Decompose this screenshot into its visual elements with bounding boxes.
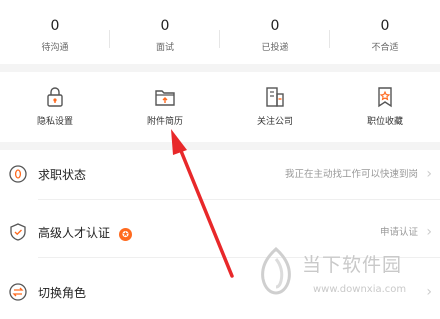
stat-value: 0 [50, 18, 60, 34]
shield-icon [10, 223, 26, 241]
stats-bar: 0 待沟通 0 面试 0 已投递 0 不合适 [0, 0, 440, 64]
watermark-text: 当下软件园 [302, 254, 403, 276]
shortcut-label: 附件简历 [146, 117, 183, 127]
row-talent-certification[interactable]: 高级人才认证 ✪ 申请认证 › [0, 208, 440, 258]
stat-delivered[interactable]: 0 已投递 [220, 0, 330, 64]
shortcut-favorites[interactable]: 职位收藏 [330, 72, 440, 142]
watermark-logo [261, 247, 291, 295]
row-value: 申请认证 [379, 227, 418, 238]
row-title: 高级人才认证 [38, 226, 111, 240]
stat-label: 待沟通 [41, 43, 69, 53]
row-job-status[interactable]: 求职状态 我正在主动找工作可以快速到岗 › [0, 150, 440, 200]
bookmark-star-icon [378, 87, 392, 108]
shortcut-follow-company[interactable]: 关注公司 [220, 72, 330, 142]
shortcut-grid: 隐私设置 附件简历 关注公司 职位收藏 [0, 72, 440, 142]
stat-label: 面试 [155, 43, 174, 53]
stat-unsuitable[interactable]: 0 不合适 [330, 0, 440, 64]
shortcut-resume[interactable]: 附件简历 [110, 72, 220, 142]
stat-value: 0 [160, 18, 170, 34]
shortcut-label: 关注公司 [256, 117, 293, 127]
stat-label: 已投递 [261, 43, 289, 53]
stat-value: 0 [380, 18, 390, 34]
row-value: 我正在主动找工作可以快速到岗 [284, 169, 418, 180]
certified-badge-icon: ✪ [119, 228, 132, 241]
shortcut-label: 隐私设置 [36, 117, 73, 127]
stat-label: 不合适 [371, 43, 399, 53]
row-title: 求职状态 [38, 168, 87, 182]
watermark-url: www.downxia.com [313, 284, 407, 295]
switch-icon [9, 283, 27, 301]
shortcut-label: 职位收藏 [366, 117, 403, 127]
row-title: 切换角色 [38, 286, 87, 300]
chevron-right-icon: › [426, 224, 432, 240]
chevron-right-icon: › [426, 166, 432, 182]
shortcut-privacy[interactable]: 隐私设置 [0, 72, 110, 142]
stat-value: 0 [270, 18, 280, 34]
building-icon [266, 87, 284, 107]
status-icon [9, 165, 27, 183]
chevron-right-icon: › [426, 284, 432, 300]
stat-pending[interactable]: 0 待沟通 [0, 0, 110, 64]
folder-icon [155, 90, 175, 106]
divider [38, 199, 440, 200]
stat-interview[interactable]: 0 面试 [110, 0, 220, 64]
lock-icon [47, 87, 63, 107]
